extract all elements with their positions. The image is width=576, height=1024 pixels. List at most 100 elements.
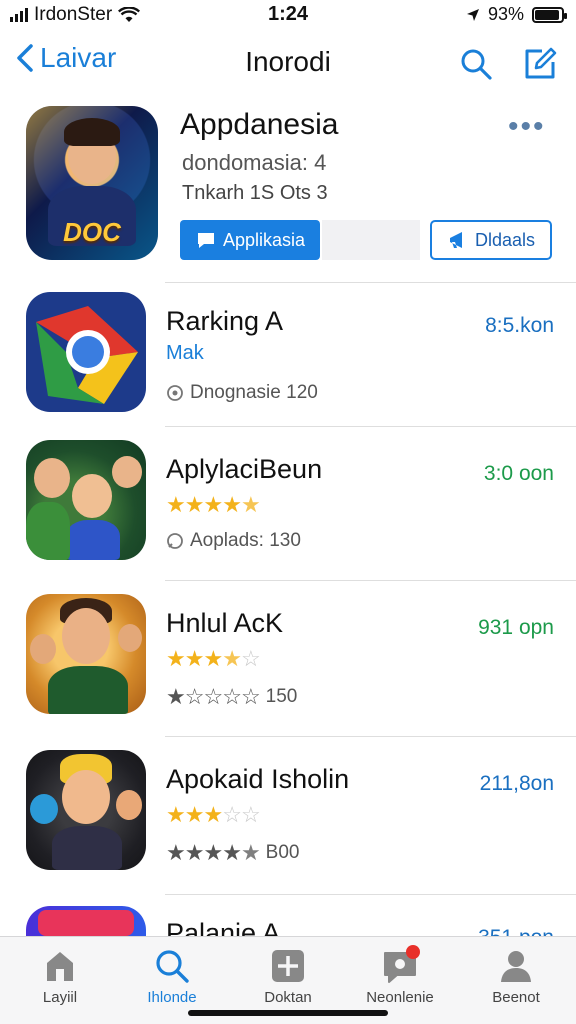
app-meta: ★☆☆☆☆ 150 bbox=[166, 684, 297, 710]
star-icon: ★ bbox=[184, 802, 205, 827]
cartoon-boys-icon bbox=[26, 750, 146, 870]
character-face bbox=[34, 458, 70, 498]
tab-label: Neonlenie bbox=[366, 989, 434, 1006]
character-body bbox=[66, 520, 120, 560]
more-options-icon[interactable]: ••• bbox=[508, 112, 546, 142]
star-icon: ☆ bbox=[222, 684, 242, 709]
star-icon: ★ bbox=[166, 840, 186, 865]
app-name: AplylaciBeun bbox=[166, 454, 323, 484]
character-face bbox=[116, 790, 142, 820]
featured-icon-text: DOC bbox=[63, 217, 121, 247]
app-name: Hnlul AcK bbox=[166, 608, 284, 638]
star-icon: ★ bbox=[166, 646, 186, 671]
star-icon: ★ bbox=[240, 840, 261, 865]
app-subtitle: Mak bbox=[166, 342, 204, 364]
nav-bar: Laivar Inorodi bbox=[0, 38, 576, 90]
plus-square-icon bbox=[272, 950, 304, 982]
person-icon bbox=[501, 951, 531, 982]
tab-label: Ihlonde bbox=[147, 989, 197, 1006]
home-icon bbox=[47, 952, 73, 981]
download-circle-icon bbox=[167, 385, 183, 401]
search-button[interactable] bbox=[458, 46, 494, 82]
star-icon: ★ bbox=[184, 840, 205, 865]
divider bbox=[165, 894, 576, 895]
list-item[interactable]: Rarking A 8:5.kon Mak Dnognasie 120 bbox=[0, 292, 576, 442]
app-name: Apokaid Isholin bbox=[166, 764, 350, 794]
chrome-logo-icon bbox=[36, 306, 138, 404]
star-icon: ☆ bbox=[240, 646, 261, 671]
chat-circle-icon bbox=[167, 533, 183, 549]
star-icon: ★ bbox=[166, 492, 186, 517]
secondary-action-label: Dldaals bbox=[474, 229, 536, 250]
chrome-icon bbox=[26, 292, 146, 412]
divider bbox=[165, 580, 576, 581]
featured-app-icon[interactable]: DOC bbox=[26, 106, 158, 260]
star-icon: ★ bbox=[240, 492, 261, 517]
star-icon: ★ bbox=[222, 840, 242, 865]
star-rating: ★★★★☆ bbox=[166, 646, 261, 672]
star-icon: ☆ bbox=[203, 684, 223, 709]
character-face bbox=[112, 456, 142, 488]
character-face bbox=[118, 624, 142, 652]
divider bbox=[165, 736, 576, 737]
search-icon bbox=[461, 49, 492, 80]
star-icon: ★ bbox=[166, 802, 186, 827]
app-name: Rarking A bbox=[166, 306, 284, 336]
character-face bbox=[62, 608, 110, 664]
star-icon: ★ bbox=[222, 492, 242, 517]
status-right: 93% bbox=[466, 4, 567, 25]
app-size: 211,8on bbox=[479, 772, 554, 795]
divider bbox=[165, 426, 576, 427]
primary-action-label: Applikasia bbox=[222, 229, 306, 250]
tab-add[interactable]: Doktan bbox=[238, 947, 338, 1006]
featured-app: DOC Appdanesia ••• dondomasia: 4 Tnkarh … bbox=[0, 100, 576, 280]
star-icon: ★ bbox=[184, 492, 205, 517]
featured-app-name: Appdanesia bbox=[180, 108, 339, 141]
compose-button[interactable] bbox=[522, 46, 558, 82]
character-shirt bbox=[52, 826, 122, 870]
list-item[interactable]: Hnlul AcK 931 opn ★★★★☆ ★☆☆☆☆ 150 bbox=[0, 594, 576, 744]
letter-app-logo bbox=[38, 910, 134, 936]
secondary-action-button[interactable]: Dldaals bbox=[430, 220, 552, 260]
tab-profile[interactable]: Beenot bbox=[466, 947, 566, 1006]
app-size: 3:0 oon bbox=[483, 462, 554, 485]
character-body bbox=[26, 502, 70, 560]
app-meta: ★★★★★ B00 bbox=[166, 840, 299, 866]
character-hair bbox=[64, 118, 120, 146]
list-item[interactable]: Apokaid Isholin 211,8on ★★★☆☆ ★★★★★ B00 bbox=[0, 750, 576, 900]
tab-label: Layiil bbox=[42, 989, 78, 1006]
app-meta: Dnognasie 120 bbox=[166, 382, 318, 404]
featured-subtitle: dondomasia: 4 bbox=[182, 150, 327, 175]
cartoon-group-icon bbox=[26, 440, 146, 560]
meta-star-rating: ★☆☆☆☆ bbox=[166, 684, 261, 710]
character-shirt bbox=[48, 666, 128, 714]
meta-star-rating: ★★★★★ bbox=[166, 840, 261, 866]
star-icon: ★ bbox=[222, 646, 242, 671]
home-indicator bbox=[188, 1010, 388, 1016]
app-meta-text: 150 bbox=[265, 686, 298, 707]
tab-notifications[interactable]: Neonlenie bbox=[350, 945, 450, 1006]
star-icon: ☆ bbox=[240, 684, 261, 709]
star-icon: ★ bbox=[184, 646, 205, 671]
search-icon bbox=[156, 950, 189, 983]
notification-badge bbox=[406, 945, 420, 959]
tab-home[interactable]: Layiil bbox=[10, 947, 110, 1006]
star-icon: ★ bbox=[203, 802, 223, 827]
featured-detail: Tnkarh 1S Ots 3 bbox=[182, 182, 328, 204]
list-item[interactable]: AplylaciBeun 3:0 oon ★★★★★ Aoplads: 130 bbox=[0, 440, 576, 590]
character-face bbox=[62, 770, 110, 824]
star-icon: ☆ bbox=[240, 802, 261, 827]
cartoon-man-icon bbox=[26, 594, 146, 714]
tab-search[interactable]: Ihlonde bbox=[122, 947, 222, 1006]
app-size: 931 opn bbox=[478, 616, 554, 639]
character-face bbox=[72, 474, 112, 518]
character-face bbox=[30, 634, 56, 664]
chat-bubble-icon bbox=[197, 233, 214, 248]
primary-action-button[interactable]: Applikasia bbox=[180, 220, 320, 260]
divider bbox=[165, 282, 576, 283]
character-face bbox=[30, 794, 58, 824]
star-icon: ★ bbox=[203, 840, 223, 865]
star-rating: ★★★★★ bbox=[166, 492, 261, 518]
star-icon: ★ bbox=[203, 492, 223, 517]
star-icon: ★ bbox=[166, 684, 186, 709]
